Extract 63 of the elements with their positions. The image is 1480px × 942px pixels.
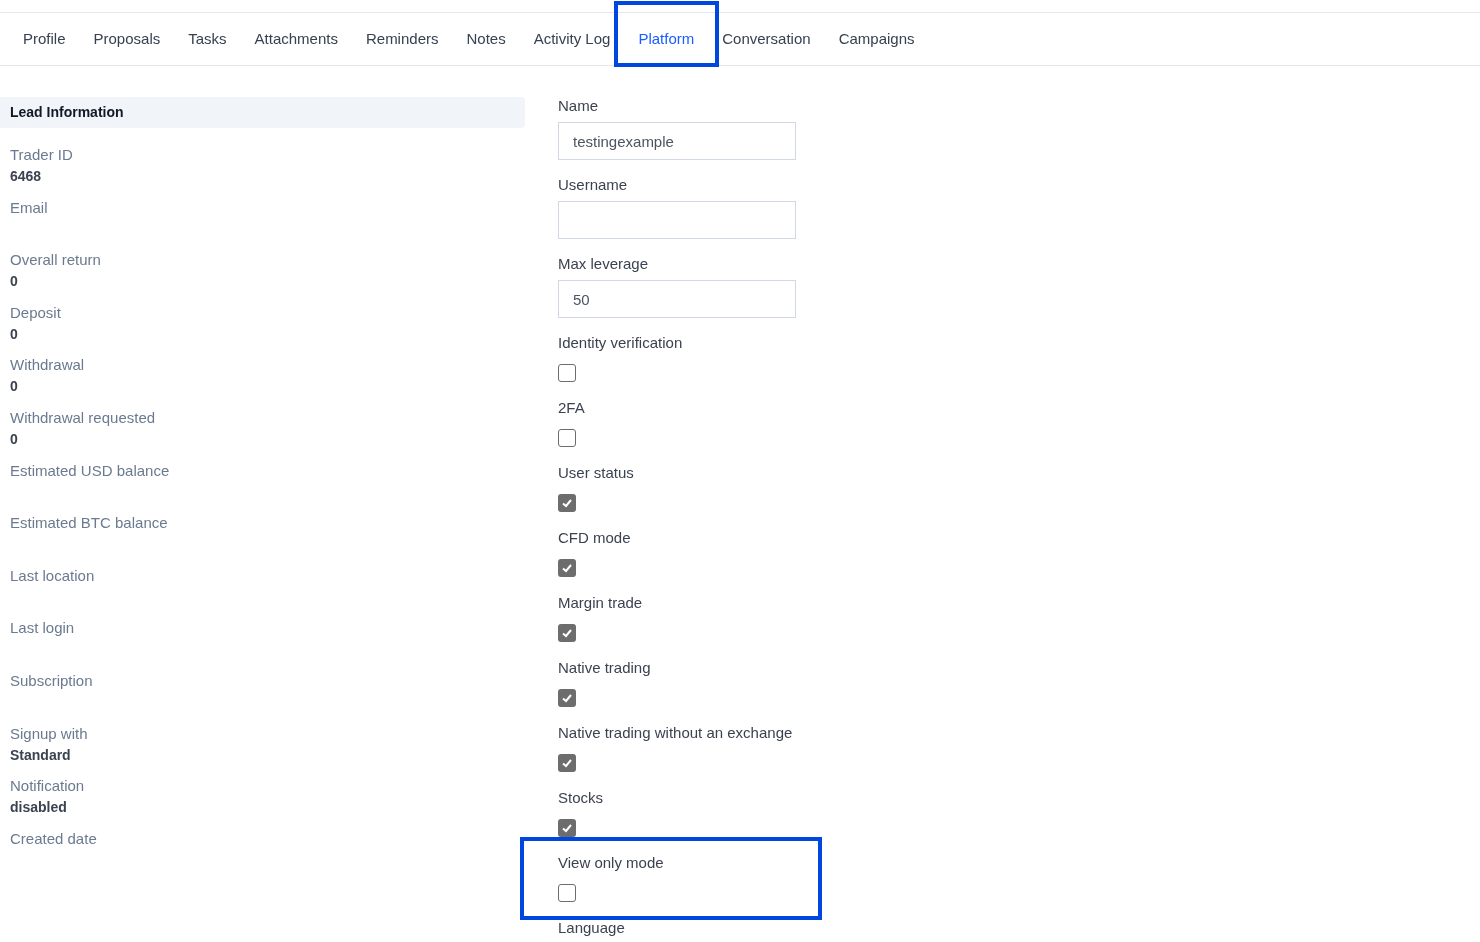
tab[interactable]: Tasks <box>174 12 241 66</box>
tab[interactable]: Reminders <box>351 12 453 66</box>
field-label: Created date <box>10 828 97 849</box>
field-label: Withdrawal <box>10 355 85 376</box>
checkbox[interactable] <box>558 494 576 512</box>
checkbox[interactable] <box>558 754 576 772</box>
field-value: 0 <box>10 272 18 292</box>
field-label: Trader ID <box>10 145 73 165</box>
checkmark-icon <box>561 627 573 639</box>
field-label: Withdrawal requested <box>10 407 156 428</box>
checkbox[interactable] <box>558 689 576 707</box>
checkbox[interactable] <box>558 819 576 837</box>
checkbox[interactable] <box>558 624 576 642</box>
field-label: Margin trade <box>558 593 643 613</box>
text-field[interactable]: 50 <box>558 280 796 318</box>
field-label: Email <box>10 197 48 218</box>
tab[interactable]: Notes <box>452 12 520 66</box>
field-label: Subscription <box>10 670 93 691</box>
field-label: View only mode <box>558 853 664 873</box>
checkbox[interactable] <box>558 559 576 577</box>
field-label: 2FA <box>558 398 585 418</box>
checkbox[interactable] <box>558 364 576 382</box>
section-header: Lead Information <box>0 97 525 128</box>
field-value: Standard <box>10 745 71 765</box>
field-label: Estimated BTC balance <box>10 513 168 534</box>
field-label: Name <box>558 96 598 116</box>
tab[interactable]: Campaigns <box>824 12 929 66</box>
field-label: Signup with <box>10 723 88 744</box>
field-label: CFD mode <box>558 528 631 548</box>
field-label: Overall return <box>10 250 101 271</box>
field-label: Last login <box>10 618 75 639</box>
checkmark-icon <box>561 692 573 704</box>
field-label: Last location <box>10 565 95 586</box>
checkmark-icon <box>561 562 573 574</box>
field-label: User status <box>558 463 634 483</box>
field-label: Max leverage <box>558 254 649 274</box>
checkbox[interactable] <box>558 429 576 447</box>
tab[interactable]: Conversation <box>708 12 825 66</box>
checkmark-icon <box>561 757 573 769</box>
tab[interactable]: Proposals <box>79 12 175 66</box>
field-label: Notification <box>10 776 85 797</box>
checkbox[interactable] <box>558 884 576 902</box>
field-value: 0 <box>10 377 18 397</box>
field-label: Identity verification <box>558 333 683 353</box>
checkmark-icon <box>561 497 573 509</box>
field-value: 6468 <box>10 167 42 186</box>
field-label: Native trading without an exchange <box>558 723 793 743</box>
checkmark-icon <box>561 822 573 834</box>
tab[interactable]: Platform <box>624 12 709 66</box>
field-label: Username <box>558 175 628 195</box>
field-label: Language <box>558 918 625 938</box>
tab[interactable]: Activity Log <box>519 12 625 66</box>
text-field[interactable]: testingexample <box>558 122 796 160</box>
field-value: disabled <box>10 798 67 818</box>
tab[interactable]: Profile <box>9 12 80 66</box>
field-label: Stocks <box>558 788 603 808</box>
field-label: Native trading <box>558 658 651 678</box>
field-label: Estimated USD balance <box>10 460 170 481</box>
text-field[interactable] <box>558 201 796 239</box>
field-value: 0 <box>10 429 18 449</box>
tab[interactable]: Attachments <box>240 12 352 66</box>
field-label: Deposit <box>10 302 61 323</box>
field-value: 0 <box>10 324 18 344</box>
